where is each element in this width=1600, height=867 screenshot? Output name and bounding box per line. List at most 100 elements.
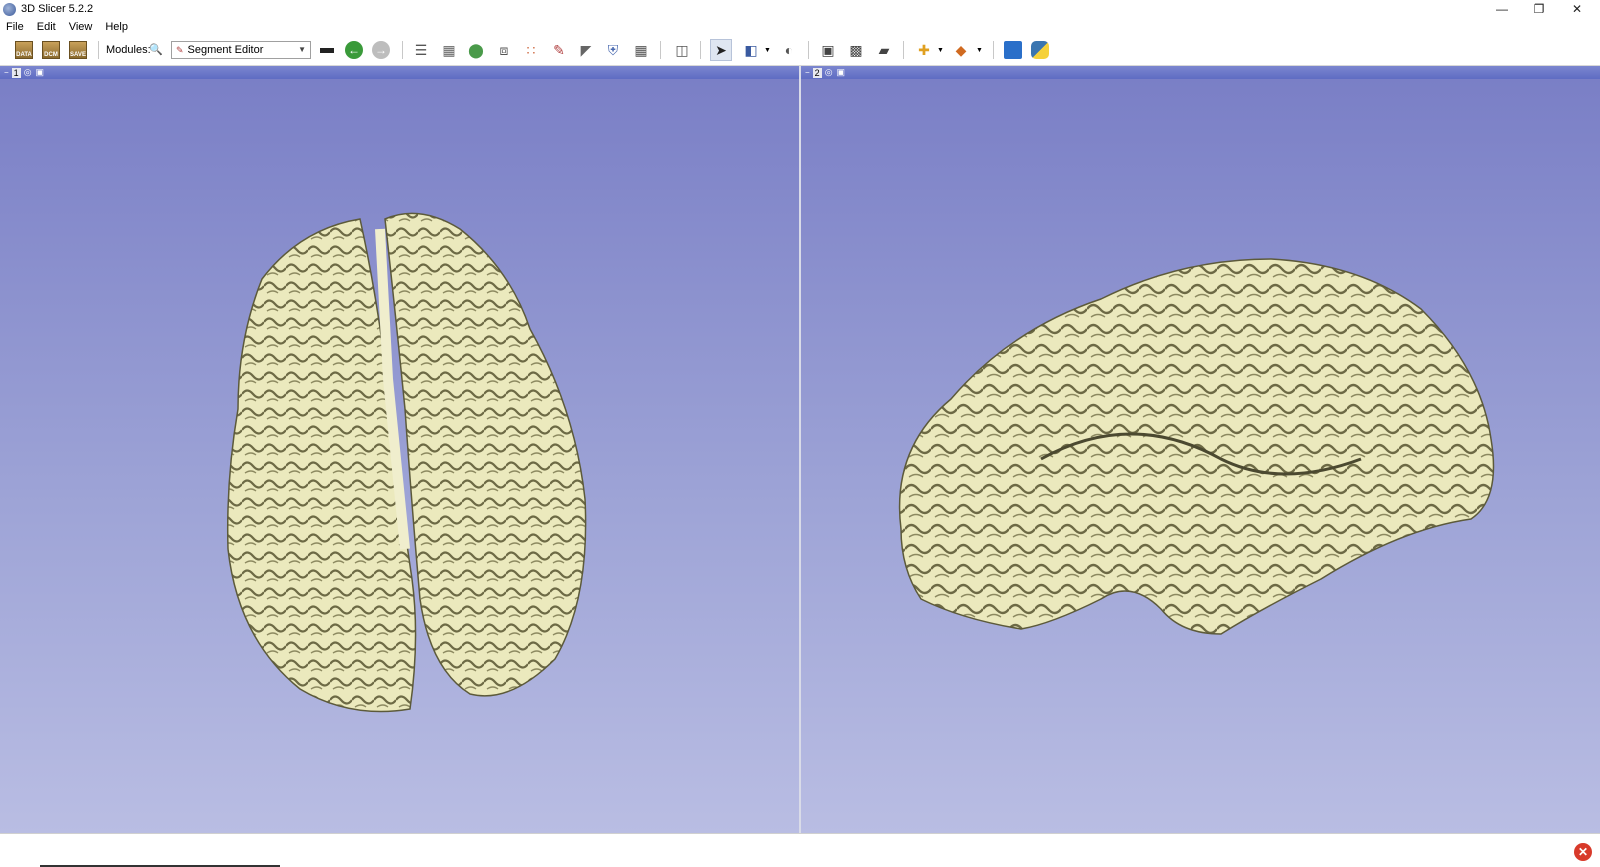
camera-icon: ▣ — [821, 42, 835, 58]
volumes-module-button[interactable]: ▦ — [438, 39, 460, 61]
markup-place-icon: ◆ — [955, 42, 967, 58]
view-2-header: − 2 ◎ ▣ — [801, 66, 1600, 79]
chevron-down-icon[interactable]: ▼ — [764, 47, 771, 54]
grid-icon: ▦ — [634, 42, 648, 58]
load-data-button[interactable]: DATA — [13, 39, 35, 61]
chevron-down-icon[interactable]: ▼ — [976, 47, 983, 54]
menu-help[interactable]: Help — [105, 21, 128, 33]
module-selector[interactable]: ✎ Segment Editor ▼ — [171, 41, 311, 59]
screenshot-button[interactable]: ▣ — [817, 39, 839, 61]
arrow-left-icon: ← — [345, 41, 363, 59]
crosshair-icon: ✚ — [918, 42, 930, 58]
toolbar-separator — [993, 41, 994, 59]
data-module-button[interactable]: ☰ — [410, 39, 432, 61]
brain-icon: ⬤ — [468, 42, 484, 58]
save-button[interactable]: SAVE — [67, 39, 89, 61]
close-button[interactable]: ✕ — [1558, 0, 1596, 18]
search-icon: 🔍 — [149, 43, 163, 56]
toolbar-separator — [808, 41, 809, 59]
pin-icon[interactable]: − — [805, 68, 810, 77]
load-dicom-button[interactable]: DCM — [40, 39, 62, 61]
window-title: 3D Slicer 5.2.2 — [21, 3, 94, 15]
extensions-module-button[interactable]: ⛨ — [602, 39, 624, 61]
cube-icon: ▦ — [442, 42, 456, 58]
sequences-module-button[interactable]: ▦ — [630, 39, 652, 61]
crosshair-button[interactable]: ✚ — [913, 39, 935, 61]
error-icon: ✕ — [1577, 845, 1589, 859]
transforms-module-button[interactable]: ⧈ — [493, 39, 515, 61]
models-module-button[interactable]: ⬤ — [465, 39, 487, 61]
title-bar: 3D Slicer 5.2.2 — ❐ ✕ — [0, 0, 1600, 18]
view-1-header: − 1 ◎ ▣ — [0, 66, 799, 79]
module-history-button[interactable] — [316, 39, 338, 61]
forward-button[interactable]: → — [370, 39, 392, 61]
minimize-button[interactable]: — — [1483, 0, 1521, 18]
tree-icon: ☰ — [414, 42, 428, 58]
transforms-icon: ⧈ — [499, 42, 509, 58]
slicer-logo-icon — [3, 2, 16, 16]
brain-lateral-view — [898, 258, 1495, 635]
cursor-icon: ➤ — [715, 42, 727, 58]
segment-editor-icon: ✎ — [176, 44, 184, 55]
toolbar-separator — [402, 41, 403, 59]
status-bar: ✕ — [0, 833, 1600, 867]
layout-icon: ◫ — [675, 42, 689, 58]
scene-view-icon: ▩ — [849, 42, 863, 58]
python-icon — [1031, 41, 1049, 59]
toolbar-separator — [903, 41, 904, 59]
python-console-button[interactable] — [1029, 39, 1051, 61]
view-1-number: 1 — [11, 67, 21, 78]
history-icon — [320, 47, 334, 53]
place-markup-button[interactable]: ◆ — [950, 39, 972, 61]
view-2-number: 2 — [812, 67, 822, 78]
segment-editor-icon: ✎ — [553, 42, 565, 58]
restore-scene-icon: ▰ — [878, 42, 890, 58]
crosshair-window-level-button[interactable]: ◧ — [740, 39, 762, 61]
volume-rendering-module-button[interactable]: ◤ — [575, 39, 597, 61]
modules-label: Modules: — [106, 44, 151, 56]
maximize-view-icon[interactable]: ▣ — [36, 67, 45, 78]
adjust-window-level-button[interactable]: ◐ — [778, 39, 800, 61]
chevron-down-icon: ▼ — [298, 45, 306, 54]
menu-file[interactable]: File — [6, 21, 24, 33]
module-selector-value: Segment Editor — [187, 44, 264, 56]
extensions-icon — [1004, 41, 1022, 59]
restore-icon: ❐ — [1533, 2, 1545, 16]
pin-icon[interactable]: − — [4, 68, 9, 77]
3d-view-2[interactable] — [801, 79, 1600, 833]
link-icon[interactable]: ◎ — [825, 67, 833, 78]
pointer-mode-button[interactable]: ➤ — [710, 39, 732, 61]
markups-module-button[interactable]: ∷ — [520, 39, 542, 61]
dicom-icon: DCM — [42, 41, 60, 59]
module-search-button[interactable]: 🔍 — [145, 39, 167, 61]
3d-view-1[interactable] — [0, 79, 799, 833]
toolbar-separator — [660, 41, 661, 59]
restore-button[interactable]: ❐ — [1520, 0, 1558, 18]
back-button[interactable]: ← — [343, 39, 365, 61]
window-level-icon: ◧ — [744, 42, 758, 58]
menu-edit[interactable]: Edit — [37, 21, 56, 33]
minimize-icon: — — [1496, 2, 1508, 16]
contrast-icon: ◐ — [784, 42, 794, 58]
segment-editor-module-button[interactable]: ✎ — [548, 39, 570, 61]
chevron-down-icon[interactable]: ▼ — [937, 47, 944, 54]
shield-icon: ⛨ — [607, 42, 619, 58]
data-icon: DATA — [15, 41, 33, 59]
restore-scene-view-button[interactable]: ▰ — [873, 39, 895, 61]
toolbar-separator — [700, 41, 701, 59]
menu-view[interactable]: View — [69, 21, 93, 33]
layout-button[interactable]: ◫ — [671, 39, 693, 61]
save-icon: SAVE — [69, 41, 87, 59]
link-icon[interactable]: ◎ — [24, 67, 32, 78]
markups-icon: ∷ — [526, 42, 536, 58]
close-icon: ✕ — [1571, 2, 1583, 16]
error-log-button[interactable]: ✕ — [1574, 843, 1592, 861]
extension-manager-button[interactable] — [1002, 39, 1024, 61]
main-toolbar: DATA DCM SAVE Modules: 🔍 ✎ Segment Edito… — [0, 35, 1600, 66]
toolbar-separator — [98, 41, 99, 59]
brain-superior-view — [226, 212, 587, 713]
menu-bar: File Edit View Help — [0, 18, 1600, 35]
volume-rendering-icon: ◤ — [580, 42, 592, 58]
scene-view-button[interactable]: ▩ — [845, 39, 867, 61]
maximize-view-icon[interactable]: ▣ — [837, 67, 846, 78]
